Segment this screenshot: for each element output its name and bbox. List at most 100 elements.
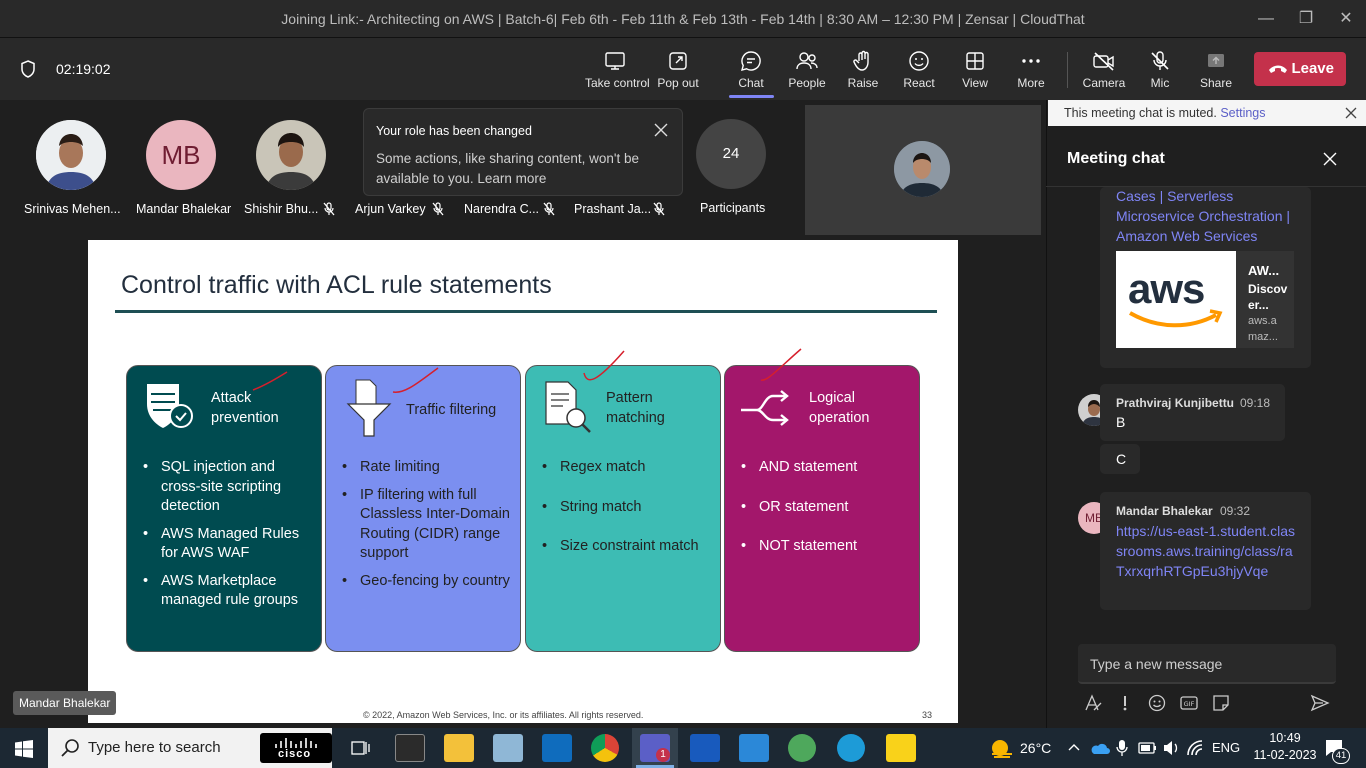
take-control-label: Take control (585, 76, 650, 90)
speaker-icon[interactable] (1162, 739, 1180, 757)
message-time: 09:18 (1240, 396, 1271, 410)
share-button[interactable]: Share (1186, 50, 1246, 96)
battery-icon[interactable] (1138, 741, 1158, 755)
participant-count[interactable]: 24 (696, 119, 766, 189)
more-button[interactable]: More (1001, 50, 1061, 96)
sticker-icon[interactable] (1212, 694, 1230, 712)
people-label: People (788, 76, 826, 90)
emoji-icon[interactable] (1148, 694, 1166, 712)
globe-icon[interactable] (788, 734, 816, 762)
mic-off-icon (543, 202, 555, 216)
close-icon[interactable] (1323, 152, 1337, 166)
gif-icon[interactable]: GIF (1180, 694, 1198, 712)
window-title: Joining Link:- Architecting on AWS | Bat… (281, 11, 1085, 27)
muted-notice: This meeting chat is muted. (1064, 106, 1217, 120)
notification-count: 41 (1332, 748, 1350, 764)
send-icon[interactable] (1310, 694, 1330, 712)
search-icon (61, 739, 79, 757)
view-label: View (962, 76, 988, 90)
role-changed-toast: Your role has been changed Some actions,… (363, 108, 683, 196)
participant-name: Arjun Varkey (355, 202, 426, 216)
chat-muted-banner: This meeting chat is muted. Settings (1048, 100, 1366, 126)
chevron-up-icon[interactable] (1068, 742, 1080, 752)
aws-smile-icon (1129, 309, 1223, 328)
participants-label: Participants (700, 201, 766, 215)
language-indicator[interactable]: ENG (1212, 740, 1240, 755)
participant-name: Narendra C... (464, 202, 540, 216)
chat-button[interactable]: Chat (721, 50, 781, 96)
pop-out-icon (669, 52, 687, 70)
participant-name: Prashant Ja... (574, 202, 652, 216)
raise-hand-button[interactable]: Raise (833, 50, 893, 96)
avatar-initials[interactable]: MB (146, 120, 216, 190)
avatar[interactable] (36, 120, 106, 190)
message-link[interactable]: https://us-east-1.student.classrooms.aws… (1116, 521, 1300, 581)
smiley-icon (909, 51, 929, 71)
more-label: More (1017, 76, 1045, 90)
word-icon[interactable] (690, 734, 720, 762)
windows-start-icon[interactable] (15, 740, 33, 758)
mic-off-icon (432, 202, 444, 216)
mail-icon[interactable] (739, 734, 769, 762)
edge-icon[interactable] (837, 734, 865, 762)
notepad-icon[interactable] (493, 734, 523, 762)
view-button[interactable]: View (945, 50, 1005, 96)
chat-label: Chat (738, 76, 764, 90)
toast-body[interactable]: Some actions, like sharing content, won'… (376, 149, 666, 189)
link-preview-domain: aws.a maz... (1248, 315, 1278, 343)
task-view-icon[interactable] (350, 738, 370, 758)
message-author: Mandar Bhalekar (1116, 504, 1213, 518)
react-button[interactable]: React (889, 50, 949, 96)
maximize-button[interactable]: ❐ (1286, 6, 1326, 32)
message-time: 09:32 (1220, 504, 1251, 518)
weather-temp[interactable]: 26°C (1020, 740, 1051, 756)
svg-text:GIF: GIF (1184, 700, 1195, 708)
terminal-icon[interactable] (395, 734, 425, 762)
onedrive-icon[interactable] (1090, 740, 1110, 756)
link-preview-card[interactable]: AW... Discov er... aws.a maz... (1236, 251, 1294, 348)
mic-button[interactable]: Mic (1130, 50, 1190, 96)
close-icon[interactable] (654, 123, 668, 137)
more-icon (1022, 59, 1040, 63)
teams-badge: 1 (656, 748, 670, 762)
chrome-icon[interactable] (591, 734, 619, 762)
camera-off-icon (1093, 52, 1114, 71)
raise-label: Raise (847, 76, 879, 90)
message-input[interactable]: Type a new message (1078, 644, 1336, 684)
weather-sun-icon[interactable] (988, 736, 1016, 760)
react-label: React (903, 76, 935, 90)
cisco-bars-icon (275, 738, 317, 748)
mic-label: Mic (1150, 76, 1170, 90)
outlook-icon[interactable] (542, 734, 572, 762)
muted-settings-link[interactable]: Settings (1220, 106, 1265, 120)
clock-date[interactable]: 11-02-2023 (1246, 748, 1324, 762)
clock-time[interactable]: 10:49 (1258, 731, 1312, 745)
shared-slide: Control traffic with ACL rule statements… (88, 240, 958, 723)
link-preview-text[interactable]: Cases | Serverless Microservice Orchestr… (1116, 186, 1302, 246)
aws-logo-tile[interactable]: aws (1116, 251, 1236, 348)
people-icon (796, 52, 818, 70)
avatar[interactable] (256, 120, 326, 190)
mic-off-icon (323, 202, 335, 216)
take-control-button[interactable]: Take control (585, 50, 650, 96)
format-icon[interactable] (1084, 694, 1102, 712)
hand-icon (853, 50, 869, 71)
cisco-label: cisco (278, 748, 312, 760)
file-explorer-icon[interactable] (444, 734, 474, 762)
priority-icon[interactable] (1118, 694, 1132, 712)
active-tab-indicator (729, 95, 774, 98)
microphone-icon[interactable] (1116, 739, 1128, 757)
minimize-button[interactable]: — (1246, 6, 1286, 32)
chat-header: Meeting chat (1067, 150, 1165, 167)
sticky-notes-icon[interactable] (886, 734, 916, 762)
close-window-button[interactable]: ✕ (1326, 6, 1366, 32)
cisco-app[interactable]: cisco (260, 733, 332, 763)
camera-button[interactable]: Camera (1074, 50, 1134, 96)
hang-up-icon (1269, 65, 1287, 73)
toast-title: Your role has been changed (376, 124, 532, 138)
close-icon[interactable] (1345, 107, 1357, 119)
pop-out-button[interactable]: Pop out (648, 50, 708, 96)
people-button[interactable]: People (777, 50, 837, 96)
wifi-icon[interactable] (1186, 739, 1206, 757)
link-preview-title: AW... (1248, 263, 1280, 278)
